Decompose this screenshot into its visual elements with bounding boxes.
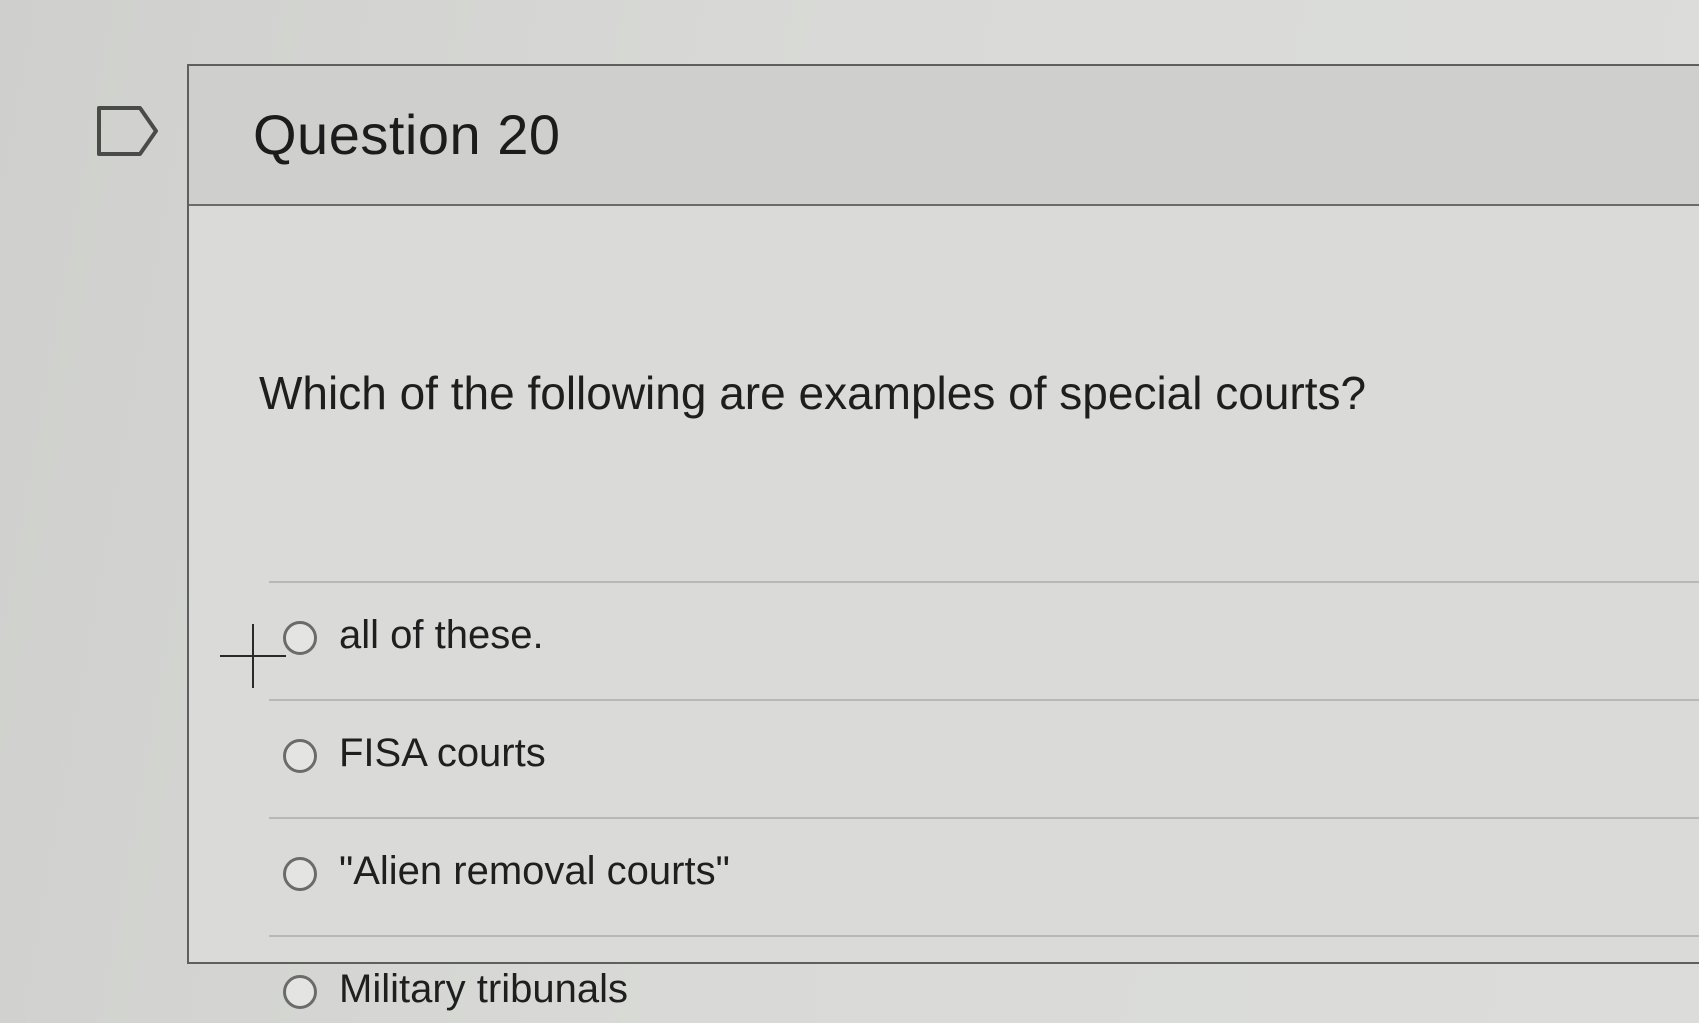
answer-option-fisa-courts[interactable]: FISA courts: [269, 699, 1699, 817]
answer-label[interactable]: Military tribunals: [339, 967, 628, 1012]
answer-label[interactable]: all of these.: [339, 613, 544, 658]
question-prompt: Which of the following are examples of s…: [259, 367, 1367, 419]
answer-label[interactable]: "Alien removal courts": [339, 849, 730, 894]
answer-option-all-of-these[interactable]: all of these.: [269, 581, 1699, 699]
question-body: Which of the following are examples of s…: [189, 206, 1699, 1011]
flag-question-icon[interactable]: [96, 105, 160, 157]
question-title: Question 20: [253, 103, 561, 166]
answer-option-alien-removal-courts[interactable]: "Alien removal courts": [269, 817, 1699, 935]
quiz-screen: Question 20 Which of the following are e…: [0, 0, 1699, 1023]
answer-label[interactable]: FISA courts: [339, 731, 546, 776]
radio-button[interactable]: [283, 857, 317, 891]
crosshair-cursor-icon: [220, 624, 286, 688]
question-card: Question 20 Which of the following are e…: [187, 64, 1699, 1011]
radio-button[interactable]: [283, 621, 317, 655]
question-header: Question 20: [189, 66, 1699, 206]
answer-option-military-tribunals[interactable]: Military tribunals: [269, 935, 1699, 1023]
radio-button[interactable]: [283, 739, 317, 773]
answer-list: all of these. FISA courts "Alien removal…: [269, 581, 1699, 1023]
radio-button[interactable]: [283, 975, 317, 1009]
